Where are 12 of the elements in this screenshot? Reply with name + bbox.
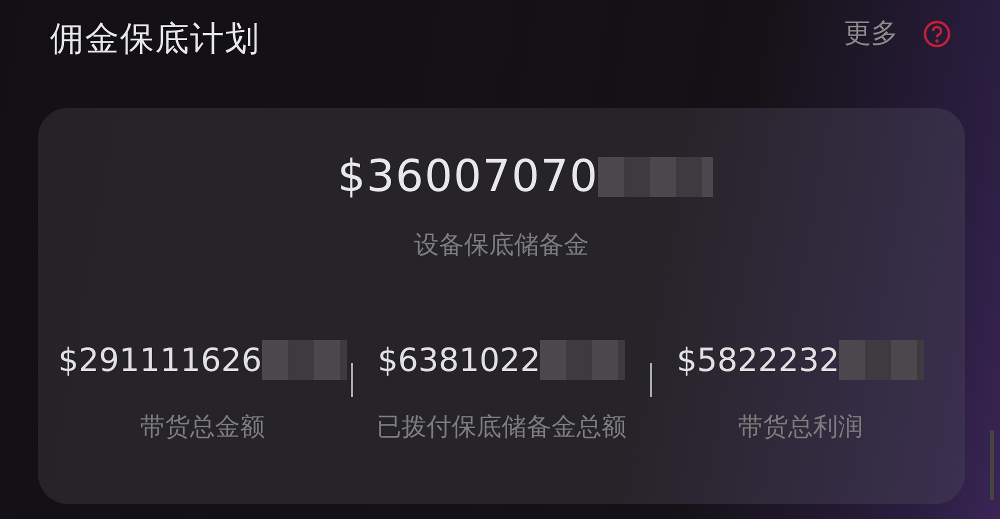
scroll-bar — [990, 430, 994, 500]
more-link[interactable]: 更多 — [844, 14, 898, 54]
stat-label: 带货总利润 — [737, 410, 864, 442]
stat-label: 带货总金额 — [139, 410, 266, 442]
reserve-label: 设备保底储备金 — [413, 229, 590, 261]
page-title: 佣金保底计划 — [50, 18, 260, 61]
reserve-amount: $36007070 — [338, 150, 598, 204]
stat-label: 已拨付保底储备金总额 — [376, 410, 628, 442]
stat-amount: $5822232 — [676, 340, 840, 380]
stat-amount: $291111626 — [58, 340, 262, 380]
stat-amount: $6381022 — [378, 340, 540, 380]
help-icon[interactable] — [922, 19, 952, 50]
